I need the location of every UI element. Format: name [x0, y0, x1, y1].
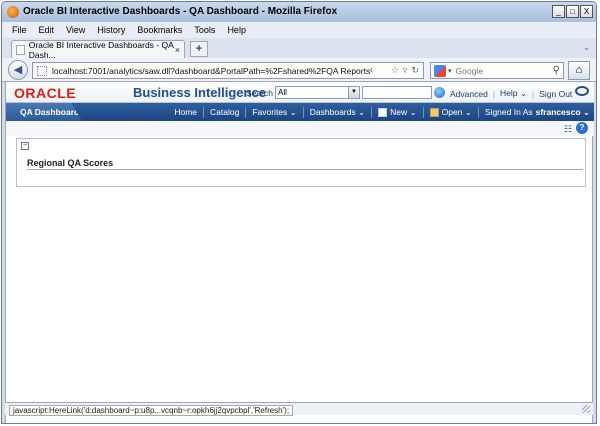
search-engine-dropdown-icon[interactable]: ▾: [448, 67, 452, 75]
list-tabs-icon[interactable]: ⌄: [583, 43, 590, 52]
back-button[interactable]: ◀: [8, 60, 28, 80]
advanced-link[interactable]: Advanced: [450, 89, 488, 99]
menu-help[interactable]: Help: [227, 25, 246, 35]
search-icon[interactable]: ⚲: [553, 65, 560, 76]
resize-grip-icon[interactable]: [582, 405, 590, 413]
page-content: ORACLE Business Intelligence Search All …: [5, 82, 594, 423]
section-title: Regional QA Scores: [27, 158, 114, 168]
new-menu[interactable]: New ⌄: [390, 107, 417, 118]
new-document-icon: [378, 107, 388, 117]
sign-out-link[interactable]: Sign Out: [539, 89, 572, 99]
favorites-menu[interactable]: Favorites ⌄: [252, 107, 296, 118]
search-go-icon[interactable]: [434, 87, 445, 98]
chevron-down-icon[interactable]: ▼: [348, 87, 359, 98]
url-text[interactable]: localhost:7001/analytics/saw.dll?dashboa…: [52, 66, 372, 76]
signed-in-label: Signed In As: [484, 107, 533, 117]
user-menu[interactable]: sfrancesco ⌄: [536, 107, 590, 118]
menu-view[interactable]: View: [66, 25, 85, 35]
home-button[interactable]: ⌂: [568, 61, 590, 80]
new-tab-button[interactable]: +: [190, 41, 208, 57]
google-icon[interactable]: [434, 64, 446, 77]
home-link[interactable]: Home: [174, 107, 197, 117]
section-divider: [27, 169, 583, 170]
title-bar: Oracle BI Interactive Dashboards - QA Da…: [2, 2, 596, 22]
page-options-icon[interactable]: ☷: [564, 124, 572, 135]
search-scope-select[interactable]: All ▼: [275, 86, 360, 99]
folder-icon: [429, 107, 439, 117]
collapse-section-icon[interactable]: −: [21, 142, 29, 150]
browser-tab[interactable]: Oracle BI Interactive Dashboards - QA Da…: [11, 39, 185, 60]
obi-header: ORACLE Business Intelligence Search All …: [6, 82, 594, 103]
url-bar[interactable]: localhost:7001/analytics/saw.dll?dashboa…: [32, 62, 424, 79]
dashboard-section: − Regional QA Scores: [16, 138, 586, 187]
status-link-text: javascript:HereLink('d:dashboard~p:u8p..…: [9, 405, 294, 416]
menu-edit[interactable]: Edit: [39, 25, 55, 35]
web-search-input[interactable]: [455, 65, 546, 76]
menu-history[interactable]: History: [97, 25, 125, 35]
navigation-toolbar: ◀ localhost:7001/analytics/saw.dll?dashb…: [2, 58, 596, 82]
menu-bar: File Edit View History Bookmarks Tools H…: [2, 22, 596, 38]
catalog-link[interactable]: Catalog: [210, 107, 239, 117]
close-tab-icon[interactable]: ×: [175, 45, 180, 55]
tab-qa-dashboard[interactable]: QA Dashboard: [6, 103, 82, 121]
page-toolbar: ☷ ?: [6, 121, 594, 136]
dashboards-menu[interactable]: Dashboards ⌄: [310, 107, 365, 118]
window-title: Oracle BI Interactive Dashboards - QA Da…: [23, 6, 338, 17]
open-menu[interactable]: Open ⌄: [442, 107, 472, 118]
menu-bookmarks[interactable]: Bookmarks: [137, 25, 182, 35]
obi-global-nav: QA Dashboard Home Catalog Favorites ⌄ Da…: [6, 103, 594, 121]
reload-icon[interactable]: ↻: [411, 65, 419, 76]
menu-tools[interactable]: Tools: [194, 25, 215, 35]
close-button[interactable]: X: [580, 5, 593, 18]
maximize-button[interactable]: □: [566, 5, 579, 18]
browser-tab-label: Oracle BI Interactive Dashboards - QA Da…: [28, 39, 174, 60]
help-menu[interactable]: Help ⌄: [500, 88, 527, 99]
search-scope-value: All: [278, 88, 287, 97]
search-label: Search: [246, 88, 273, 98]
tab-bar: Oracle BI Interactive Dashboards - QA Da…: [2, 38, 596, 60]
browser-window: Oracle BI Interactive Dashboards - QA Da…: [1, 1, 597, 424]
help-icon[interactable]: ?: [576, 122, 588, 134]
firefox-icon: [7, 6, 19, 18]
bookmark-star-icon[interactable]: ☆: [391, 65, 399, 76]
status-bar: javascript:HereLink('d:dashboard~p:u8p..…: [5, 402, 593, 416]
url-dropdown-icon[interactable]: ▿: [403, 65, 408, 76]
oracle-o-icon: [575, 86, 589, 96]
site-identity-icon[interactable]: [37, 65, 47, 76]
minimize-button[interactable]: _: [552, 5, 565, 18]
page-favicon-icon: [16, 44, 25, 55]
oracle-logo: ORACLE: [14, 85, 77, 101]
web-search-box[interactable]: ▾ ⚲: [430, 62, 564, 79]
menu-file[interactable]: File: [12, 25, 27, 35]
catalog-search-input[interactable]: [362, 86, 432, 99]
